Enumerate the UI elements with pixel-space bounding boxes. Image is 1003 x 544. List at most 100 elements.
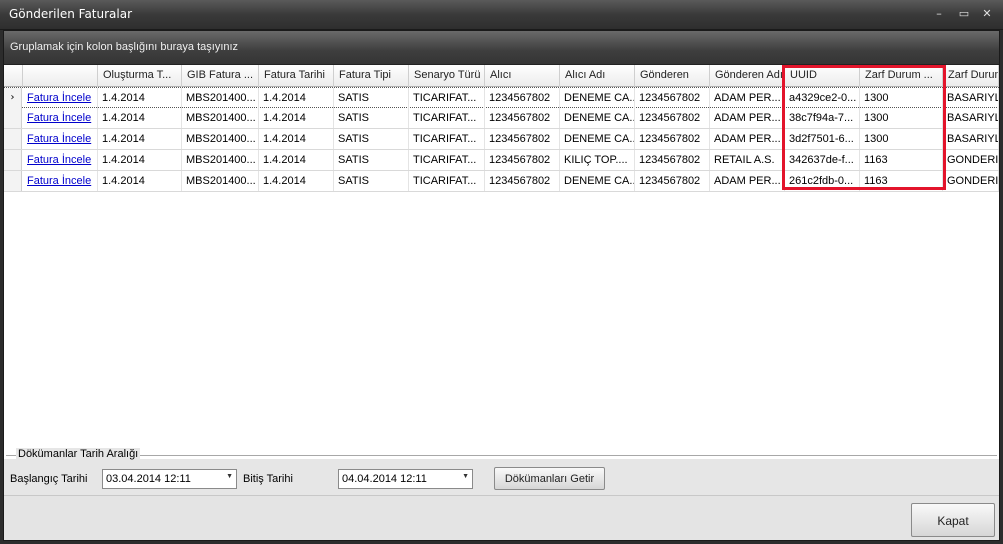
table-cell: SATIS (334, 129, 409, 149)
table-cell: 1234567802 (635, 171, 710, 191)
table-cell: MBS201400... (182, 88, 259, 108)
column-header[interactable]: Gönderen (635, 65, 710, 87)
end-date-picker[interactable]: 04.04.2014 12:11 ▼ (338, 469, 473, 489)
table-cell: SATIS (334, 88, 409, 108)
grid-header: Oluşturma T... GIB Fatura ... Fatura Tar… (4, 65, 999, 87)
table-cell: 1.4.2014 (259, 150, 334, 170)
table-cell: SATIS (334, 150, 409, 170)
table-row[interactable]: › Fatura İncele 1.4.2014 MBS201400... 1.4.20… (4, 87, 999, 108)
table-cell: 1300 (860, 88, 943, 108)
table-cell: 1.4.2014 (98, 150, 182, 170)
table-cell: 1234567802 (635, 108, 710, 128)
close-button[interactable]: Kapat (911, 503, 995, 537)
row-indicator[interactable] (4, 150, 22, 170)
column-header[interactable]: GIB Fatura ... (182, 65, 259, 87)
table-cell: BASARIYLA (943, 129, 999, 149)
column-header-uuid[interactable]: UUID (785, 65, 860, 87)
table-cell: 261c2fdb-0... (785, 171, 860, 191)
row-indicator[interactable]: › (4, 88, 22, 108)
invoice-view-link[interactable]: Fatura İncele (27, 133, 91, 145)
table-cell: DENEME CA... (560, 108, 635, 128)
table-cell: KILIÇ TOP.... (560, 150, 635, 170)
table-cell: 3d2f7501-6... (785, 129, 860, 149)
close-icon[interactable]: ✕ (978, 7, 996, 21)
table-cell: 342637de-f... (785, 150, 860, 170)
table-cell: 1.4.2014 (259, 88, 334, 108)
table-cell: MBS201400... (182, 108, 259, 128)
column-header[interactable]: Alıcı (485, 65, 560, 87)
table-cell: 1.4.2014 (259, 129, 334, 149)
column-header-envelope-status[interactable]: Zarf Durum (943, 65, 999, 87)
table-cell: TICARIFAT... (409, 108, 485, 128)
table-cell: TICARIFAT... (409, 171, 485, 191)
cell-link: Fatura İncele (23, 129, 98, 149)
table-row[interactable]: Fatura İncele 1.4.2014 MBS201400... 1.4.201… (4, 171, 999, 192)
table-cell: BASARIYLA (943, 88, 999, 108)
column-header[interactable]: Alıcı Adı (560, 65, 635, 87)
date-range-group: Dökümanlar Tarih Aralığı Başlangıç Tarih… (6, 448, 997, 495)
column-header-envelope-status-code[interactable]: Zarf Durum ... (860, 65, 943, 87)
start-date-value: 03.04.2014 12:11 (106, 473, 191, 485)
fetch-documents-button[interactable]: Dökümanları Getir (494, 467, 605, 490)
table-cell: TICARIFAT... (409, 129, 485, 149)
table-cell: SATIS (334, 108, 409, 128)
table-cell: SATIS (334, 171, 409, 191)
table-row[interactable]: Fatura İncele 1.4.2014 MBS201400... 1.4.201… (4, 129, 999, 150)
table-cell: 1234567802 (485, 88, 560, 108)
cell-link: Fatura İncele (23, 88, 98, 108)
header-indicator-cell (4, 65, 23, 87)
header-link-cell (23, 65, 98, 87)
table-cell: 1.4.2014 (259, 171, 334, 191)
invoice-view-link[interactable]: Fatura İncele (27, 112, 91, 124)
table-cell: 1163 (860, 171, 943, 191)
window-title: Gönderilen Faturalar (9, 7, 133, 21)
table-cell: 1300 (860, 129, 943, 149)
group-hint: Gruplamak için kolon başlığını buraya ta… (10, 41, 239, 53)
table-cell: ADAM PER... (710, 88, 785, 108)
table-row[interactable]: Fatura İncele 1.4.2014 MBS201400... 1.4.201… (4, 108, 999, 129)
table-cell: 1234567802 (635, 88, 710, 108)
invoice-view-link[interactable]: Fatura İncele (27, 92, 91, 104)
window-body: Gruplamak için kolon başlığını buraya ta… (3, 30, 1000, 541)
minimize-icon[interactable]: – (930, 7, 948, 21)
row-indicator[interactable] (4, 108, 22, 128)
date-range-legend: Dökümanlar Tarih Aralığı (16, 448, 141, 460)
invoice-view-link[interactable]: Fatura İncele (27, 154, 91, 166)
row-indicator[interactable] (4, 171, 22, 191)
column-header[interactable]: Gönderen Adı (710, 65, 785, 87)
maximize-icon[interactable]: ▭ (955, 7, 973, 21)
table-cell: 1234567802 (635, 129, 710, 149)
group-panel[interactable]: Gruplamak için kolon başlığını buraya ta… (4, 31, 999, 65)
table-cell: MBS201400... (182, 171, 259, 191)
table-cell: DENEME CA... (560, 171, 635, 191)
title-bar: Gönderilen Faturalar – ▭ ✕ (0, 0, 1003, 30)
table-cell: GONDERILI (943, 150, 999, 170)
table-cell: 1234567802 (485, 129, 560, 149)
row-indicator[interactable] (4, 129, 22, 149)
table-cell: 1.4.2014 (98, 129, 182, 149)
table-cell: a4329ce2-0... (785, 88, 860, 108)
invoice-grid[interactable]: Oluşturma T... GIB Fatura ... Fatura Tar… (4, 65, 999, 459)
column-header[interactable]: Senaryo Türü (409, 65, 485, 87)
table-cell: BASARIYLA (943, 108, 999, 128)
column-header[interactable]: Fatura Tarihi (259, 65, 334, 87)
table-cell: GONDERILI (943, 171, 999, 191)
table-cell: 1234567802 (485, 171, 560, 191)
table-cell: 1.4.2014 (259, 108, 334, 128)
table-cell: 1234567802 (485, 150, 560, 170)
table-cell: 1.4.2014 (98, 88, 182, 108)
table-row[interactable]: Fatura İncele 1.4.2014 MBS201400... 1.4.201… (4, 150, 999, 171)
column-header[interactable]: Fatura Tipi (334, 65, 409, 87)
table-cell: 1.4.2014 (98, 171, 182, 191)
chevron-down-icon[interactable]: ▼ (462, 473, 469, 480)
table-cell: DENEME CA... (560, 129, 635, 149)
invoice-view-link[interactable]: Fatura İncele (27, 175, 91, 187)
table-cell: 38c7f94a-7... (785, 108, 860, 128)
table-cell: TICARIFAT... (409, 88, 485, 108)
chevron-down-icon[interactable]: ▼ (226, 473, 233, 480)
table-cell: 1234567802 (485, 108, 560, 128)
table-cell: MBS201400... (182, 150, 259, 170)
start-date-picker[interactable]: 03.04.2014 12:11 ▼ (102, 469, 237, 489)
column-header[interactable]: Oluşturma T... (98, 65, 182, 87)
end-date-label: Bitiş Tarihi (243, 473, 293, 485)
